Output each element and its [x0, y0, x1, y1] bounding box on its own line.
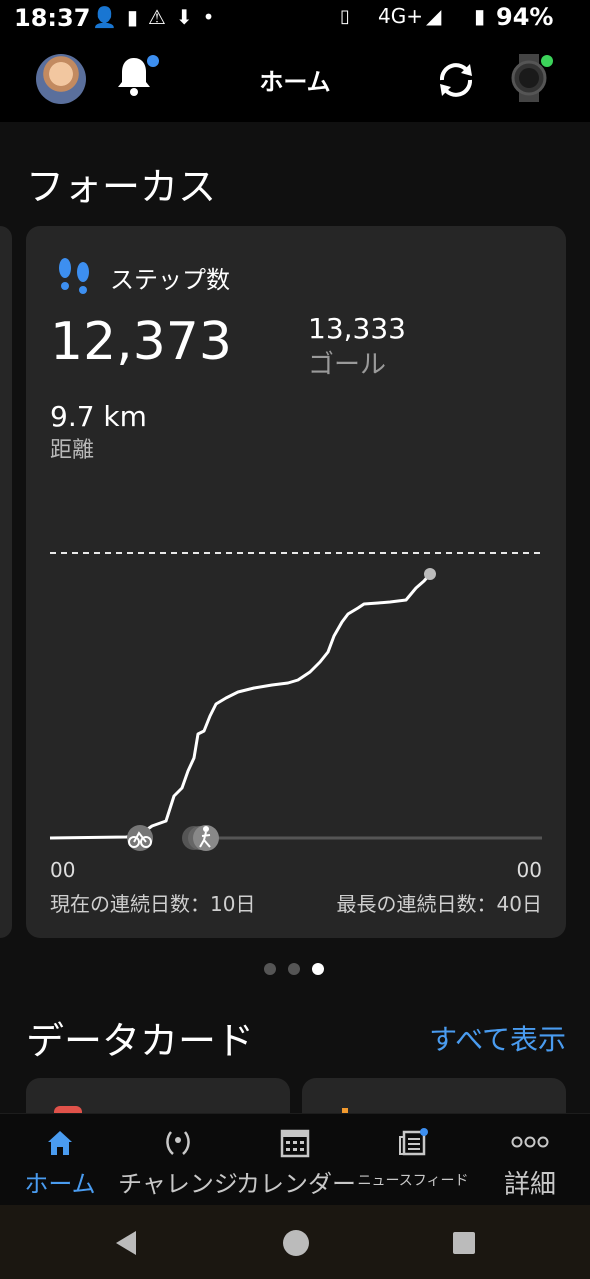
- goal-value: 13,333: [308, 312, 406, 345]
- steps-label: ステップ数: [110, 266, 230, 294]
- bottom-nav: ホーム チャレンジ カレンダー ニュースフィード 詳細: [0, 1113, 590, 1205]
- bike-activity-marker: [127, 825, 153, 851]
- steps-line: [49, 573, 432, 840]
- pager-dots: [264, 963, 324, 975]
- tab-newsfeed[interactable]: ニュースフィード: [356, 1114, 470, 1206]
- pager-dot[interactable]: [264, 963, 276, 975]
- newsfeed-icon: [399, 1128, 428, 1156]
- footsteps-icon: [59, 258, 89, 294]
- steps-value: 12,373: [50, 312, 232, 372]
- status-bar: 18:37 👤▮⚠⬇• 4G+ ▯ ◢ ▮ 94%: [0, 0, 590, 36]
- pager-dot-active[interactable]: [312, 963, 324, 975]
- tab-label: 詳細: [503, 1170, 556, 1200]
- axis-start-label: 00: [50, 858, 76, 882]
- sync-icon[interactable]: [434, 58, 478, 102]
- walk-activity-marker: [182, 825, 219, 851]
- see-all-link[interactable]: すべて表示: [429, 1018, 566, 1058]
- data-cards-section-title: データカード: [26, 1019, 255, 1063]
- laurel-icon: [166, 1131, 190, 1155]
- status-time: 18:37: [14, 4, 91, 32]
- tab-label: チャレンジ: [118, 1170, 238, 1198]
- tab-label: ホーム: [24, 1170, 96, 1198]
- page-title: ホーム: [259, 68, 331, 96]
- watch-connected-dot: [541, 55, 553, 67]
- calendar-icon: [280, 1129, 310, 1158]
- steps-line-end-point: [424, 568, 436, 580]
- tab-label: ニュースフィード: [357, 1173, 469, 1189]
- goal-label: ゴール: [308, 350, 387, 380]
- home-button-icon[interactable]: [282, 1229, 310, 1257]
- current-streak: 現在の連続日数：10日: [50, 892, 256, 916]
- longest-streak: 最長の連続日数：40日: [336, 892, 542, 916]
- pager-dot[interactable]: [288, 963, 300, 975]
- more-icon: [511, 1136, 549, 1148]
- network-label: 4G+: [378, 4, 423, 28]
- steps-chart: [49, 552, 542, 851]
- home-icon: [48, 1131, 72, 1155]
- top-nav: ホーム: [0, 36, 590, 122]
- back-icon[interactable]: [112, 1229, 140, 1257]
- distance-value: 9.7 km: [50, 400, 147, 433]
- battery-percent: 94%: [496, 3, 554, 31]
- tab-home[interactable]: ホーム: [8, 1114, 112, 1206]
- battery-icon: ▮: [474, 4, 486, 28]
- signal-icon: ◢: [426, 4, 442, 28]
- tab-calendar[interactable]: カレンダー: [236, 1114, 356, 1206]
- previous-card-peek[interactable]: [0, 226, 12, 938]
- notification-icons: 👤▮⚠⬇•: [92, 5, 225, 29]
- steps-card[interactable]: ステップ数 12,373 13,333 ゴール 9.7 km 距離 00 00 …: [26, 226, 566, 938]
- tab-challenges[interactable]: チャレンジ: [118, 1114, 238, 1206]
- recents-icon[interactable]: [452, 1231, 476, 1255]
- system-nav-bar: [0, 1205, 590, 1279]
- distance-label: 距離: [50, 438, 95, 463]
- focus-section-title: フォーカス: [26, 165, 217, 209]
- vibrate-icon: ▯: [340, 6, 350, 27]
- tab-more[interactable]: 詳細: [476, 1114, 584, 1206]
- tab-label: カレンダー: [236, 1170, 356, 1198]
- axis-end-label: 00: [516, 858, 542, 882]
